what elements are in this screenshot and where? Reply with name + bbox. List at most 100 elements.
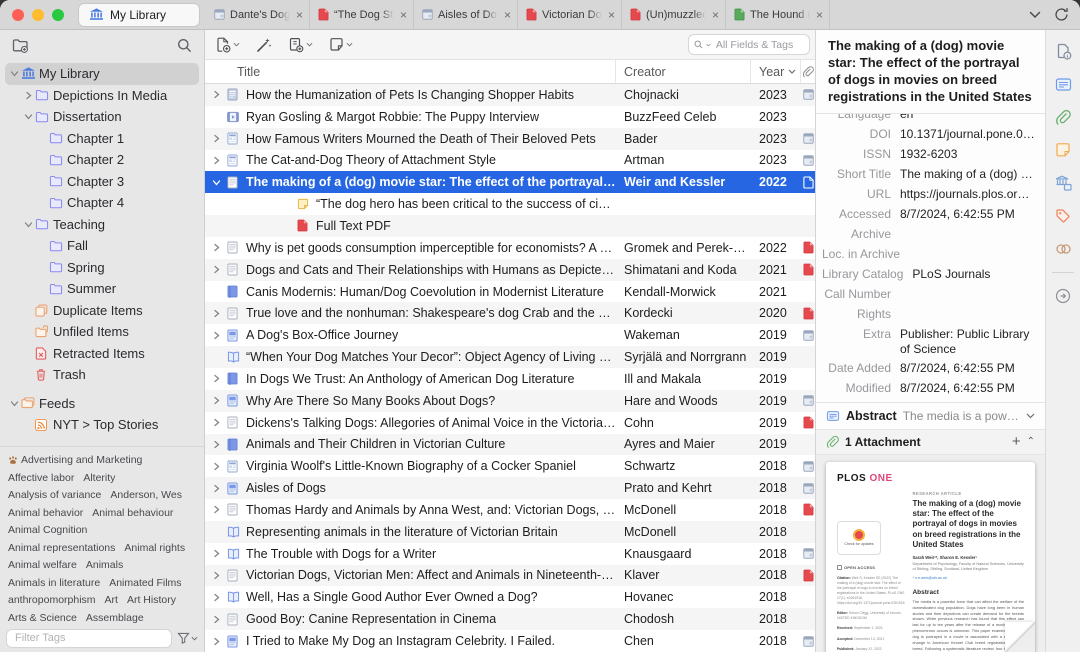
- tag-item[interactable]: Anderson, Wes: [110, 489, 182, 501]
- twisty-icon[interactable]: [211, 593, 222, 602]
- tag-item[interactable]: Assemblage: [86, 612, 144, 624]
- twisty-icon[interactable]: [211, 90, 222, 99]
- field-value[interactable]: https://journals.plos.org/pl …: [900, 184, 1035, 204]
- document-tab[interactable]: The Hound of the Ba ×: [726, 0, 830, 29]
- twisty-icon[interactable]: [211, 418, 222, 427]
- field-row[interactable]: Extra Publisher: Public Library of Scienc…: [822, 324, 1035, 358]
- twisty-icon[interactable]: [211, 505, 222, 514]
- sidenav-libraries-collections-icon[interactable]: [1051, 172, 1075, 194]
- tag-item[interactable]: Animated Films: [109, 577, 181, 589]
- field-row[interactable]: Call Number: [822, 284, 1035, 304]
- document-tab[interactable]: (Un)muzzled: Dogs i ×: [622, 0, 726, 29]
- tag-item[interactable]: Alterity: [83, 472, 115, 484]
- twisty-icon[interactable]: [22, 112, 35, 121]
- collapse-section-button[interactable]: ⌃: [1027, 436, 1035, 447]
- column-header-title[interactable]: Title: [205, 60, 616, 83]
- document-tab[interactable]: Victorian Dogs, Vict ×: [518, 0, 622, 29]
- table-row[interactable]: A Dog's Box-Office Journey Wakeman 2019: [205, 324, 815, 346]
- table-row[interactable]: The Cat-and-Dog Theory of Attachment Sty…: [205, 150, 815, 172]
- twisty-icon[interactable]: [211, 309, 222, 318]
- sidenav-related-icon[interactable]: [1051, 238, 1075, 260]
- tag-item[interactable]: Animal rights: [124, 542, 185, 554]
- close-window-button[interactable]: [12, 8, 24, 21]
- table-row[interactable]: Dogs and Cats and Their Relationships wi…: [205, 258, 815, 281]
- field-row[interactable]: Archive: [822, 224, 1035, 244]
- twisty-icon[interactable]: [211, 265, 222, 274]
- new-item-button[interactable]: [215, 37, 240, 53]
- sidenav-tags-icon[interactable]: [1051, 205, 1075, 227]
- sidebar-item-feeds[interactable]: Feeds: [0, 393, 204, 415]
- tag-item[interactable]: Animals: [86, 559, 123, 571]
- tag-item[interactable]: Analysis of variance: [8, 489, 101, 501]
- tag-item[interactable]: Animal behaviour: [92, 507, 173, 519]
- add-by-identifier-button[interactable]: [256, 37, 272, 53]
- tag-item[interactable]: anthropomorphism: [8, 594, 96, 606]
- twisty-icon[interactable]: [211, 462, 222, 471]
- table-row[interactable]: In Dogs We Trust: An Anthology of Americ…: [205, 368, 815, 390]
- sidenav-notes-icon[interactable]: [1051, 139, 1075, 161]
- twisty-icon[interactable]: [211, 396, 222, 405]
- tab-list-chevron-button[interactable]: [1022, 0, 1048, 29]
- field-value[interactable]: Publisher: Public Library of Science: [900, 324, 1035, 358]
- document-tab[interactable]: Dante's Dogs - Mani ×: [206, 0, 310, 29]
- tab-close-icon[interactable]: ×: [712, 9, 719, 21]
- document-tab[interactable]: Aisles of Dogs - Pra ×: [414, 0, 518, 29]
- twisty-icon[interactable]: [211, 637, 222, 646]
- sidebar-item-teaching[interactable]: Teaching: [0, 214, 204, 236]
- table-row[interactable]: Full Text PDF: [205, 215, 815, 237]
- field-row[interactable]: Accessed 8/7/2024, 6:42:55 PM: [822, 204, 1035, 224]
- sidebar-item-fall[interactable]: Fall: [0, 235, 204, 257]
- table-row[interactable]: “The dog hero has been critical to the s…: [205, 193, 815, 215]
- pdf-preview[interactable]: PLOS ONE Check for updates OPEN ACCESS C…: [826, 461, 1035, 652]
- field-row[interactable]: DOI 10.1371/journal.pone.0261 …: [822, 124, 1035, 144]
- twisty-icon[interactable]: [8, 399, 21, 408]
- twisty-icon[interactable]: [211, 243, 222, 252]
- sidebar-item-my-library[interactable]: My Library: [5, 63, 199, 85]
- tag-item[interactable]: Affective labor: [8, 472, 74, 484]
- sidebar-item-retracted-items[interactable]: Retracted Items: [0, 343, 204, 365]
- tag-item[interactable]: Advertising and Marketing: [8, 454, 142, 466]
- new-attachment-button[interactable]: [288, 37, 313, 53]
- sidebar-item-chapter-3[interactable]: Chapter 3: [0, 171, 204, 193]
- table-row[interactable]: Dickens's Talking Dogs: Allegories of An…: [205, 412, 815, 434]
- twisty-icon[interactable]: [8, 69, 21, 78]
- field-value[interactable]: 10.1371/journal.pone.0261 …: [900, 124, 1035, 144]
- field-value[interactable]: 8/7/2024, 6:42:55 PM: [900, 204, 1035, 224]
- column-header-creator[interactable]: Creator: [616, 60, 751, 83]
- sidebar-item-chapter-4[interactable]: Chapter 4: [0, 192, 204, 214]
- twisty-icon[interactable]: [211, 484, 222, 493]
- table-row[interactable]: Well, Has a Single Good Author Ever Owne…: [205, 586, 815, 608]
- sidenav-abstract-icon[interactable]: [1051, 73, 1075, 95]
- sidebar-item-trash[interactable]: Trash: [0, 364, 204, 386]
- field-row[interactable]: URL https://journals.plos.org/pl …: [822, 184, 1035, 204]
- twisty-icon[interactable]: [211, 549, 222, 558]
- sidenav-locate-icon[interactable]: [1051, 285, 1075, 307]
- field-row[interactable]: Library Catalog PLoS Journals: [822, 264, 1035, 284]
- new-collection-button[interactable]: [12, 38, 29, 53]
- page-curl[interactable]: [1005, 622, 1035, 652]
- field-row[interactable]: Date Added 8/7/2024, 6:42:55 PM: [822, 358, 1035, 378]
- table-row[interactable]: Thomas Hardy and Animals by Anna West, a…: [205, 499, 815, 521]
- field-value[interactable]: en: [900, 114, 1035, 124]
- twisty-icon[interactable]: [211, 571, 222, 580]
- field-row[interactable]: Rights: [822, 304, 1035, 324]
- tag-item[interactable]: Animal welfare: [8, 559, 77, 571]
- tag-item[interactable]: Animal representations: [8, 542, 115, 554]
- table-row[interactable]: Good Boy: Canine Representation in Cinem…: [205, 608, 815, 631]
- twisty-icon[interactable]: [22, 220, 35, 229]
- add-attachment-button[interactable]: +: [1012, 434, 1021, 449]
- tab-close-icon[interactable]: ×: [400, 9, 407, 21]
- field-value[interactable]: The making of a (dog) mo …: [900, 164, 1035, 184]
- tab-close-icon[interactable]: ×: [296, 9, 303, 21]
- table-row[interactable]: Why Are There So Many Books About Dogs? H…: [205, 389, 815, 412]
- field-value[interactable]: 8/7/2024, 6:42:55 PM: [900, 358, 1035, 378]
- filter-tags-input[interactable]: [6, 628, 172, 648]
- column-header-year[interactable]: Year: [751, 60, 801, 83]
- document-tab[interactable]: “The Dog Stole the F ×: [310, 0, 414, 29]
- table-row[interactable]: Animals and Their Children in Victorian …: [205, 433, 815, 456]
- search-input[interactable]: [713, 37, 804, 52]
- table-row[interactable]: The making of a (dog) movie star: The ef…: [205, 171, 815, 194]
- field-row[interactable]: Short Title The making of a (dog) mo …: [822, 164, 1035, 184]
- twisty-icon[interactable]: [211, 615, 222, 624]
- sidenav-info-icon[interactable]: [1051, 40, 1075, 62]
